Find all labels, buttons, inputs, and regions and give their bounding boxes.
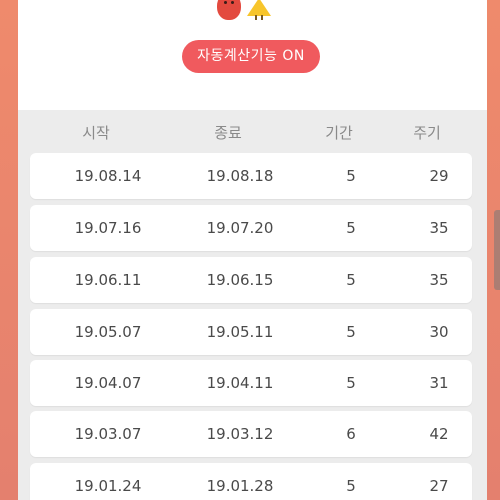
end-date: 19.03.12 bbox=[206, 425, 274, 443]
start-date: 19.06.11 bbox=[74, 271, 142, 289]
duration-days: 5 bbox=[346, 219, 356, 237]
red-mascot-icon bbox=[217, 0, 241, 20]
table-row[interactable]: 19.03.07 19.03.12 6 42 bbox=[30, 411, 472, 457]
mascot-eye bbox=[224, 1, 227, 4]
cycle-list: 시작 종료 기간 주기 19.08.14 19.08.18 5 29 19.07… bbox=[18, 110, 487, 500]
table-row[interactable]: 19.01.24 19.01.28 5 27 bbox=[30, 463, 472, 500]
table-row[interactable]: 19.08.14 19.08.18 5 29 bbox=[30, 153, 472, 199]
end-date: 19.05.11 bbox=[206, 323, 274, 341]
mascot-illustration bbox=[217, 0, 277, 22]
table-row[interactable]: 19.07.16 19.07.20 5 35 bbox=[30, 205, 472, 251]
cycle-days: 27 bbox=[429, 477, 449, 495]
yellow-mascot-icon bbox=[247, 0, 271, 20]
start-date: 19.03.07 bbox=[74, 425, 142, 443]
duration-days: 5 bbox=[346, 167, 356, 185]
column-header-cycle: 주기 bbox=[413, 124, 441, 142]
cycle-days: 30 bbox=[429, 323, 449, 341]
table-row[interactable]: 19.04.07 19.04.11 5 31 bbox=[30, 360, 472, 406]
table-row[interactable]: 19.06.11 19.06.15 5 35 bbox=[30, 257, 472, 303]
scrollbar-thumb[interactable] bbox=[494, 210, 500, 290]
mascot-leg bbox=[261, 15, 263, 20]
mascot-dress bbox=[247, 0, 271, 16]
cycle-days: 42 bbox=[429, 425, 449, 443]
duration-days: 5 bbox=[346, 477, 356, 495]
start-date: 19.05.07 bbox=[74, 323, 142, 341]
end-date: 19.08.18 bbox=[206, 167, 274, 185]
cycle-days: 35 bbox=[429, 271, 449, 289]
column-header-duration: 기간 bbox=[325, 124, 353, 142]
start-date: 19.01.24 bbox=[74, 477, 142, 495]
cycle-days: 31 bbox=[429, 374, 449, 392]
start-date: 19.08.14 bbox=[74, 167, 142, 185]
end-date: 19.01.28 bbox=[206, 477, 274, 495]
duration-days: 5 bbox=[346, 374, 356, 392]
cycle-history-panel: 자동계산기능 ON 시작 종료 기간 주기 19.08.14 19.08.18 … bbox=[18, 0, 487, 500]
duration-days: 6 bbox=[346, 425, 356, 443]
mascot-eye bbox=[231, 1, 234, 4]
end-date: 19.06.15 bbox=[206, 271, 274, 289]
column-header-start: 시작 bbox=[82, 124, 110, 142]
left-background-edge bbox=[0, 0, 18, 500]
start-date: 19.07.16 bbox=[74, 219, 142, 237]
cycle-days: 35 bbox=[429, 219, 449, 237]
cycle-days: 29 bbox=[429, 167, 449, 185]
auto-calculation-toggle-button[interactable]: 자동계산기능 ON bbox=[182, 40, 320, 73]
end-date: 19.04.11 bbox=[206, 374, 274, 392]
mascot-leg bbox=[255, 15, 257, 20]
start-date: 19.04.07 bbox=[74, 374, 142, 392]
end-date: 19.07.20 bbox=[206, 219, 274, 237]
duration-days: 5 bbox=[346, 271, 356, 289]
column-header-end: 종료 bbox=[214, 124, 242, 142]
column-headers: 시작 종료 기간 주기 bbox=[18, 110, 487, 153]
panel-header: 자동계산기능 ON bbox=[18, 0, 487, 110]
duration-days: 5 bbox=[346, 323, 356, 341]
table-row[interactable]: 19.05.07 19.05.11 5 30 bbox=[30, 309, 472, 355]
